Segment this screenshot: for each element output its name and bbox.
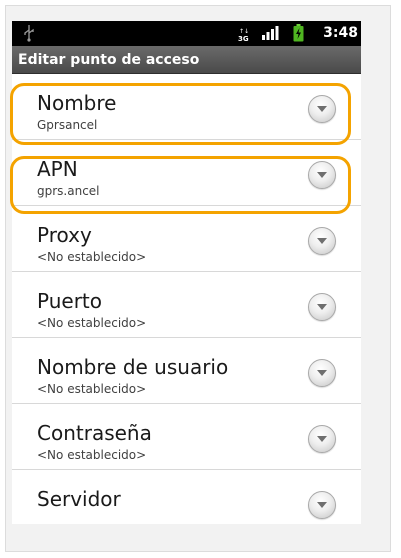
- list-item-label: Nombre: [37, 91, 117, 115]
- list-item-label: APN: [37, 157, 78, 181]
- chevron-down-icon[interactable]: [308, 425, 336, 453]
- svg-text:↑↓: ↑↓: [239, 28, 249, 35]
- list-item-value: <No establecido>: [37, 316, 147, 330]
- clock: 3:48: [323, 25, 358, 41]
- list-item-value: <No establecido>: [37, 448, 147, 462]
- chevron-down-icon[interactable]: [308, 161, 336, 189]
- list-item-servidor[interactable]: Servidor: [12, 470, 361, 524]
- chevron-down-icon[interactable]: [308, 491, 336, 519]
- settings-list: Nombre Gprsancel APN gprs.ancel Proxy <N…: [12, 74, 361, 524]
- list-item-label: Nombre de usuario: [37, 355, 229, 379]
- list-item-label: Puerto: [37, 289, 102, 313]
- page-title: Editar punto de acceso: [18, 52, 200, 68]
- network-3g-icon: ↑↓ 3G: [238, 28, 249, 42]
- list-item-label: Proxy: [37, 223, 92, 247]
- battery-charging-icon: [293, 24, 304, 42]
- usb-icon: [24, 25, 34, 42]
- list-item-value: <No establecido>: [37, 250, 147, 264]
- list-item-value: gprs.ancel: [37, 184, 100, 198]
- list-item-proxy[interactable]: Proxy <No establecido>: [12, 206, 361, 272]
- list-item-label: Servidor: [37, 487, 121, 511]
- list-item-puerto[interactable]: Puerto <No establecido>: [12, 272, 361, 338]
- svg-text:3G: 3G: [238, 35, 249, 42]
- list-item-apn[interactable]: APN gprs.ancel: [12, 140, 361, 206]
- signal-icon: [262, 26, 279, 40]
- list-item-nombre-de-usuario[interactable]: Nombre de usuario <No establecido>: [12, 338, 361, 404]
- phone-screen: ↑↓ 3G 3:48 Editar punto de acceso Nombre…: [12, 21, 361, 524]
- list-item-nombre[interactable]: Nombre Gprsancel: [12, 74, 361, 140]
- list-item-contrasena[interactable]: Contraseña <No establecido>: [12, 404, 361, 470]
- chevron-down-icon[interactable]: [308, 293, 336, 321]
- title-bar: Editar punto de acceso: [12, 46, 361, 74]
- status-bar: ↑↓ 3G 3:48: [12, 21, 361, 46]
- chevron-down-icon[interactable]: [308, 95, 336, 123]
- list-item-value: <No establecido>: [37, 382, 147, 396]
- chevron-down-icon[interactable]: [308, 227, 336, 255]
- list-item-label: Contraseña: [37, 421, 152, 445]
- list-item-value: Gprsancel: [37, 118, 98, 132]
- chevron-down-icon[interactable]: [308, 359, 336, 387]
